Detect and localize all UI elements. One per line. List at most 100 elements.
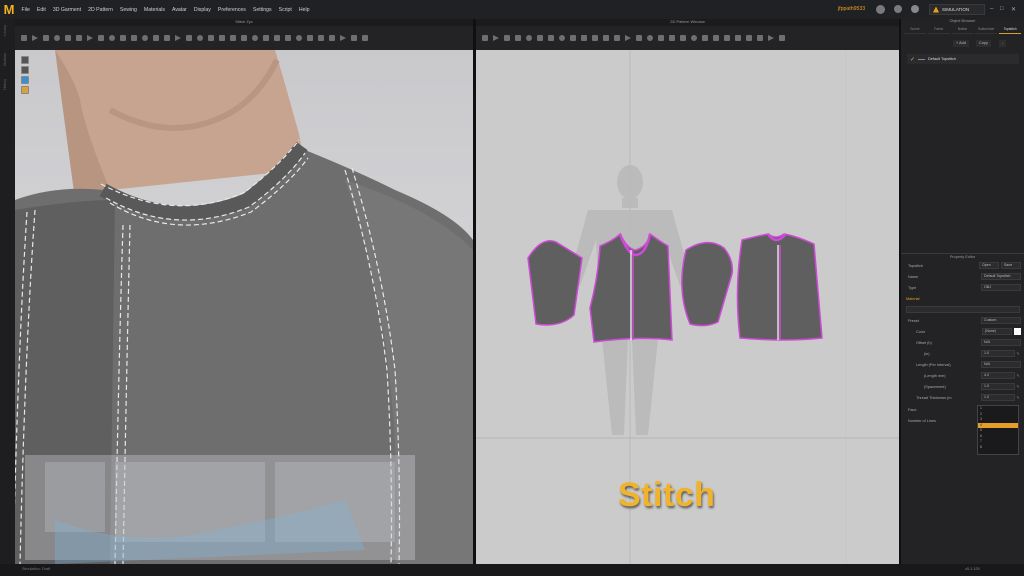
display-tool-icon[interactable] — [241, 35, 247, 41]
transform-pattern-icon[interactable] — [493, 35, 499, 41]
edit-curvature-icon[interactable] — [526, 35, 532, 41]
edit-texture-icon[interactable] — [647, 35, 653, 41]
simulation-button[interactable]: SIMULATION — [929, 4, 985, 15]
edit-pencil-icon[interactable]: ✎ — [1015, 395, 1021, 400]
viewport-display-icon[interactable] — [21, 76, 29, 84]
select-tool-icon[interactable] — [21, 35, 27, 41]
tab-library[interactable]: Library — [3, 25, 11, 36]
internal-polygon-icon[interactable] — [570, 35, 576, 41]
save-button[interactable]: Save — [1001, 262, 1021, 269]
preset-select[interactable]: Custom — [981, 317, 1021, 324]
viewport-light-icon[interactable] — [21, 86, 29, 94]
menu-avatar[interactable]: Avatar — [168, 7, 190, 13]
tab-scene[interactable]: Scene — [904, 27, 926, 34]
tab-button[interactable]: Button — [951, 27, 974, 34]
close-icon[interactable]: ✕ — [1011, 6, 1016, 13]
menu-preferences[interactable]: Preferences — [214, 7, 249, 13]
zipper-icon[interactable] — [713, 35, 719, 41]
user-name[interactable]: jfppath9533 — [838, 6, 865, 12]
rotate-tool-icon[interactable] — [351, 35, 357, 41]
color-swatch[interactable] — [1014, 328, 1021, 335]
show-2d-icon[interactable] — [746, 35, 752, 41]
menu-file[interactable]: File — [18, 7, 33, 13]
select2-tool-icon[interactable] — [329, 35, 335, 41]
morph-tool-icon[interactable] — [296, 35, 302, 41]
tack-tool-icon[interactable] — [54, 35, 60, 41]
add-button[interactable]: + Add — [953, 40, 969, 47]
segment-sewing-icon[interactable] — [603, 35, 609, 41]
color-field[interactable]: (None) — [982, 328, 1012, 335]
transform-tool-icon[interactable] — [32, 35, 38, 41]
thread-thickness-field[interactable]: 1.0 — [981, 394, 1015, 401]
menu-display[interactable]: Display — [190, 7, 214, 13]
fold-tool-icon[interactable] — [65, 35, 71, 41]
edit-pencil-icon[interactable]: ✎ — [1015, 373, 1021, 378]
tab-fabric[interactable]: Fabric — [927, 27, 950, 34]
open-button[interactable]: Open — [979, 262, 999, 269]
sewing-3d-tool-icon[interactable] — [164, 35, 170, 41]
arrange-tool-icon[interactable] — [87, 35, 93, 41]
name-field[interactable]: Default Topstitch — [981, 273, 1021, 280]
tab-history[interactable]: History — [3, 79, 11, 90]
free-topstitch-icon[interactable] — [669, 35, 675, 41]
move-tool-icon[interactable] — [340, 35, 346, 41]
grid-tool-icon[interactable] — [230, 35, 236, 41]
shirt-tool-icon[interactable] — [285, 35, 291, 41]
hide-2d-icon[interactable] — [757, 35, 763, 41]
view-tool-icon[interactable] — [219, 35, 225, 41]
offset-select[interactable]: N/A — [981, 339, 1021, 346]
brush-tool-icon[interactable] — [98, 35, 104, 41]
shading-tool-icon[interactable] — [252, 35, 258, 41]
menu-sewing[interactable]: Sewing — [116, 7, 140, 13]
property-search-input[interactable] — [906, 306, 1020, 313]
render-tool-icon[interactable] — [208, 35, 214, 41]
fold-arrange-icon[interactable] — [636, 35, 642, 41]
menu-help[interactable]: Help — [295, 7, 313, 13]
grading-icon[interactable] — [735, 35, 741, 41]
tab-buttonhole[interactable]: Buttonhole — [975, 27, 998, 34]
scale-tool-icon[interactable] — [362, 35, 368, 41]
topstitch-icon[interactable] — [658, 35, 664, 41]
measure-tool-icon[interactable] — [76, 35, 82, 41]
check-sewing-icon[interactable] — [625, 35, 631, 41]
spacement-field[interactable]: 1.0 — [981, 383, 1015, 390]
edit-point-icon[interactable] — [504, 35, 510, 41]
remove-button[interactable]: - — [999, 40, 1007, 47]
zipper-3d-tool-icon[interactable] — [142, 35, 148, 41]
minimize-icon[interactable]: – — [990, 6, 993, 12]
menu-2d-pattern[interactable]: 2D Pattern — [85, 7, 117, 13]
pe-section-material[interactable]: Material — [904, 294, 1021, 303]
menu-3d-garment[interactable]: 3D Garment — [49, 7, 84, 13]
free-sewing-icon[interactable] — [614, 35, 620, 41]
offset-in-field[interactable]: 1.0 — [981, 350, 1015, 357]
skeleton-tool-icon[interactable] — [274, 35, 280, 41]
number-of-lines-dropdown[interactable]: 1 2 3 4 5 6 7 8 — [977, 405, 1019, 455]
button-3d-tool-icon[interactable] — [131, 35, 137, 41]
pin-tool-icon[interactable] — [43, 35, 49, 41]
graphic-icon[interactable] — [680, 35, 686, 41]
rectangle-icon[interactable] — [548, 35, 554, 41]
panel-divider-left[interactable] — [473, 19, 476, 564]
help-icon[interactable] — [894, 5, 902, 13]
menu-edit[interactable]: Edit — [33, 7, 49, 13]
settings-icon[interactable] — [911, 5, 919, 13]
viewport-camera-icon[interactable] — [21, 66, 29, 74]
hide-tool-icon[interactable] — [307, 35, 313, 41]
button-icon[interactable] — [691, 35, 697, 41]
length-select[interactable]: N/A — [981, 361, 1021, 368]
menu-materials[interactable]: Materials — [140, 7, 168, 13]
topstitch-3d-tool-icon[interactable] — [120, 35, 126, 41]
viewport-view-icon[interactable] — [21, 56, 29, 64]
type-select[interactable]: OBJ — [981, 284, 1021, 291]
light-tool-icon[interactable] — [197, 35, 203, 41]
add-point-icon[interactable] — [515, 35, 521, 41]
layout-icon[interactable] — [768, 35, 774, 41]
menu-settings[interactable]: Settings — [249, 7, 275, 13]
fit-icon[interactable] — [779, 35, 785, 41]
show-tool-icon[interactable] — [318, 35, 324, 41]
buttonhole-icon[interactable] — [702, 35, 708, 41]
trace-icon[interactable] — [592, 35, 598, 41]
texture-tool-icon[interactable] — [153, 35, 159, 41]
length-mm-field[interactable]: 4.0 — [981, 372, 1015, 379]
tab-modular[interactable]: Modular — [3, 53, 11, 66]
